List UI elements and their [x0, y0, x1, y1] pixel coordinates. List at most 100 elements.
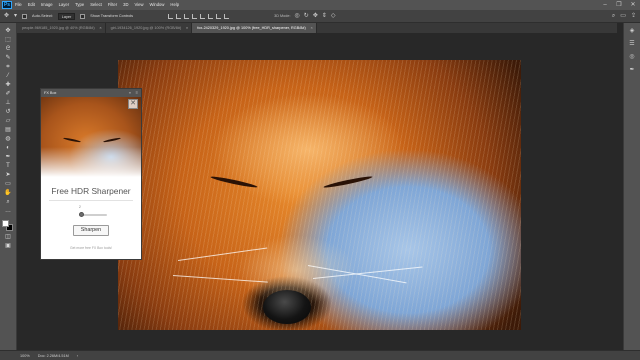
paths-icon[interactable]: ✒ [629, 66, 634, 74]
close-icon[interactable]: ✕ [128, 99, 138, 109]
share-icon[interactable]: ⇪ [631, 10, 636, 23]
auto-select-label: Auto-Select: [32, 14, 53, 18]
window-controls: – ❐ ✕ [602, 0, 636, 10]
type-tool-icon[interactable]: T [3, 162, 14, 170]
chevron-right-icon[interactable]: › [77, 353, 78, 358]
lasso-tool-icon[interactable]: ᘓ [3, 45, 14, 53]
3d-mode-label: 3D Mode: [274, 14, 291, 18]
panel-menu-icon[interactable]: ≡ [136, 89, 138, 97]
menu-item-file[interactable]: File [15, 0, 22, 10]
eraser-tool-icon[interactable]: ▱ [3, 117, 14, 125]
menu-item-layer[interactable]: Layer [59, 0, 69, 10]
quick-mask-icon[interactable]: ◫ [3, 233, 14, 241]
pen-tool-icon[interactable]: ✒ [3, 153, 14, 161]
3d-orbit-icon[interactable]: ◎ [295, 10, 300, 23]
transform-controls-checkbox[interactable] [80, 13, 86, 19]
layers-icon[interactable]: ☰ [629, 40, 634, 48]
menu-item-help[interactable]: Help [170, 0, 179, 10]
workspace-icon[interactable]: ▭ [620, 10, 626, 23]
tab-girl[interactable]: girl-1934126_1920.jpg @ 100% (RGB/8#) × [105, 23, 193, 33]
eyedropper-tool-icon[interactable]: ⁄ [3, 72, 14, 80]
history-brush-tool-icon[interactable]: ↺ [3, 108, 14, 116]
transform-controls-label: Show Transform Controls [90, 14, 134, 18]
photoshop-logo: Ps [2, 1, 12, 9]
panel-titlebar[interactable]: FX Box » ≡ [41, 89, 141, 97]
menu-item-select[interactable]: Select [90, 0, 102, 10]
slider-value: 2 [79, 205, 81, 209]
align-top-icon[interactable] [168, 13, 174, 19]
screen-mode-icon[interactable]: ▣ [3, 242, 14, 250]
slider-handle[interactable] [79, 212, 85, 217]
quick-select-tool-icon[interactable]: ✎ [3, 54, 14, 62]
more-tools-link[interactable]: Get more free FX Box tools! [41, 246, 141, 250]
3d-slide-icon[interactable]: ⇕ [322, 10, 327, 23]
tab-close-icon[interactable]: × [186, 23, 188, 33]
chevron-down-icon[interactable]: ▾ [14, 10, 17, 23]
dodge-tool-icon[interactable]: ◐ [3, 144, 14, 152]
3d-scale-icon[interactable]: ◇ [331, 10, 336, 23]
menu-item-view[interactable]: View [135, 0, 144, 10]
minimize-icon[interactable]: – [602, 0, 608, 10]
close-icon[interactable]: ✕ [630, 0, 636, 10]
move-tool-icon[interactable]: ✥ [4, 10, 9, 23]
channels-icon[interactable]: ◎ [629, 53, 634, 61]
zoom-tool-icon[interactable]: ⌕ [3, 198, 14, 206]
marquee-tool-icon[interactable]: ⬚ [3, 36, 14, 44]
move-tool-icon[interactable]: ✥ [3, 27, 14, 35]
distribute-icon[interactable] [216, 13, 222, 19]
healing-brush-tool-icon[interactable]: ✚ [3, 81, 14, 89]
3d-roll-icon[interactable]: ↻ [304, 10, 309, 23]
tab-label: girl-1934126_1920.jpg @ 100% (RGB/8#) [110, 26, 182, 30]
path-select-tool-icon[interactable]: ➤ [3, 171, 14, 179]
fox-photo [118, 60, 521, 330]
align-left-icon[interactable] [192, 13, 198, 19]
more-tools-icon[interactable]: … [3, 207, 14, 215]
3d-pan-icon[interactable]: ✥ [313, 10, 318, 23]
tab-close-icon[interactable]: × [99, 23, 101, 33]
menu-item-edit[interactable]: Edit [28, 0, 35, 10]
align-right-icon[interactable] [208, 13, 214, 19]
sharpen-button[interactable]: Sharpen [73, 225, 109, 236]
auto-select-checkbox[interactable] [22, 13, 28, 19]
fx-box-panel: FX Box » ≡ ✕ Free HDR Sharpener 2 Sharpe… [40, 88, 142, 260]
restore-icon[interactable]: ❐ [616, 0, 622, 10]
distribute-h-icon[interactable] [224, 13, 230, 19]
crop-tool-icon[interactable]: ⌗ [3, 63, 14, 71]
menu-item-3d[interactable]: 3D [123, 0, 128, 10]
tab-close-icon[interactable]: × [310, 23, 312, 33]
collapse-icon[interactable]: » [129, 89, 131, 97]
libraries-icon[interactable]: ◈ [630, 27, 635, 35]
blur-tool-icon[interactable]: ◍ [3, 135, 14, 143]
align-center-icon[interactable] [200, 13, 206, 19]
shape-tool-icon[interactable]: ▭ [3, 180, 14, 188]
tab-fox[interactable]: fox-2420329_1920.jpg @ 100% (free_HDR_sh… [192, 23, 317, 33]
menu-item-type[interactable]: Type [75, 0, 84, 10]
3d-mode-group: 3D Mode: ◎ ↻ ✥ ⇕ ◇ [274, 10, 335, 23]
brush-tool-icon[interactable]: ✐ [3, 90, 14, 98]
menu-item-image[interactable]: Image [41, 0, 53, 10]
gradient-tool-icon[interactable]: ▤ [3, 126, 14, 134]
tools-panel: ✥ ⬚ ᘓ ✎ ⌗ ⁄ ✚ ✐ ⊥ ↺ ▱ ▤ ◍ ◐ ✒ T ➤ ▭ ✋ ⌕ … [0, 23, 17, 350]
tab-people[interactable]: people-969185_1920.jpg @ 40% (RGB/8#) × [17, 23, 106, 33]
color-swatches[interactable] [2, 220, 14, 232]
amount-slider[interactable] [79, 212, 107, 217]
align-bottom-icon[interactable] [184, 13, 190, 19]
photoshop-window: Ps File Edit Image Layer Type Select Fil… [0, 0, 640, 360]
menu-items: File Edit Image Layer Type Select Filter… [15, 0, 179, 10]
menu-item-window[interactable]: Window [150, 0, 165, 10]
search-icon[interactable]: ⌕ [612, 10, 615, 23]
clone-stamp-tool-icon[interactable]: ⊥ [3, 99, 14, 107]
align-buttons [168, 13, 230, 19]
align-middle-icon[interactable] [176, 13, 182, 19]
tab-label: fox-2420329_1920.jpg @ 100% (free_HDR_sh… [197, 26, 306, 30]
hand-tool-icon[interactable]: ✋ [3, 189, 14, 197]
tab-label: people-969185_1920.jpg @ 40% (RGB/8#) [22, 26, 95, 30]
doc-info: Doc: 2.26M/4.51M [37, 353, 69, 358]
collapsed-panels-strip: ◈ ☰ ◎ ✒ [623, 23, 640, 350]
auto-select-dropdown[interactable]: Layer [57, 12, 76, 20]
panel-heading: Free HDR Sharpener [51, 186, 131, 196]
menu-item-filter[interactable]: Filter [108, 0, 117, 10]
zoom-level[interactable]: 100% [20, 354, 30, 358]
foreground-color-swatch[interactable] [2, 220, 9, 227]
menu-bar: Ps File Edit Image Layer Type Select Fil… [0, 0, 640, 10]
